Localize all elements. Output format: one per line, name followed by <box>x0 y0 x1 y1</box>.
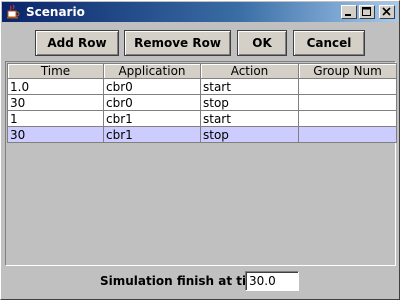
remove-row-button[interactable]: Remove Row <box>124 30 231 56</box>
java-cup-icon <box>7 4 20 19</box>
table-cell[interactable]: start <box>200 110 299 127</box>
window-title: Scenario <box>26 5 85 19</box>
close-icon <box>382 7 391 16</box>
table-cell[interactable]: cbr1 <box>103 126 201 143</box>
close-button[interactable] <box>379 5 395 19</box>
table-row[interactable]: 1.0 cbr0 start <box>7 78 397 95</box>
table-cell[interactable]: 30 <box>7 94 104 111</box>
maximize-button[interactable] <box>359 5 375 19</box>
table-cell[interactable]: start <box>200 78 299 95</box>
minimize-icon <box>345 14 351 16</box>
table-cell[interactable] <box>298 94 397 111</box>
column-header-time[interactable]: Time <box>7 63 104 79</box>
scenario-window: Scenario Add Row Remove Row OK Cancel Ti… <box>0 0 400 300</box>
table-row[interactable]: 30 cbr0 stop <box>7 94 397 111</box>
scenario-table-scrollpane[interactable]: Time Application Action Group Num 1.0 cb… <box>5 61 397 266</box>
add-row-button[interactable]: Add Row <box>35 30 119 56</box>
footer: Simulation finish at time <box>1 271 400 293</box>
table-row-selected[interactable]: 30 cbr1 stop <box>7 126 397 143</box>
column-header-group-num[interactable]: Group Num <box>298 63 397 79</box>
maximize-icon <box>362 7 371 16</box>
scenario-table: Time Application Action Group Num 1.0 cb… <box>7 63 397 143</box>
table-cell[interactable]: cbr1 <box>103 110 201 127</box>
table-cell[interactable]: stop <box>200 94 299 111</box>
table-cell[interactable]: 1 <box>7 110 104 127</box>
table-cell[interactable]: 1.0 <box>7 78 104 95</box>
table-cell[interactable] <box>298 126 397 143</box>
table-cell[interactable]: 30 <box>7 126 104 143</box>
table-cell[interactable] <box>298 110 397 127</box>
table-cell[interactable]: cbr0 <box>103 78 201 95</box>
table-cell[interactable]: stop <box>200 126 299 143</box>
finish-time-input[interactable] <box>245 271 299 291</box>
table-row[interactable]: 1 cbr1 start <box>7 110 397 127</box>
column-header-action[interactable]: Action <box>200 63 299 79</box>
table-header-row: Time Application Action Group Num <box>7 63 397 79</box>
table-cell[interactable] <box>298 78 397 95</box>
table-cell[interactable]: cbr0 <box>103 94 201 111</box>
ok-button[interactable]: OK <box>237 30 287 56</box>
finish-time-label: Simulation finish at time <box>100 274 267 288</box>
button-bar: Add Row Remove Row OK Cancel <box>1 30 400 56</box>
window-controls <box>341 5 395 19</box>
column-header-application[interactable]: Application <box>103 63 201 79</box>
title-bar[interactable]: Scenario <box>2 2 398 22</box>
minimize-button[interactable] <box>341 5 357 19</box>
cancel-button[interactable]: Cancel <box>293 30 365 56</box>
